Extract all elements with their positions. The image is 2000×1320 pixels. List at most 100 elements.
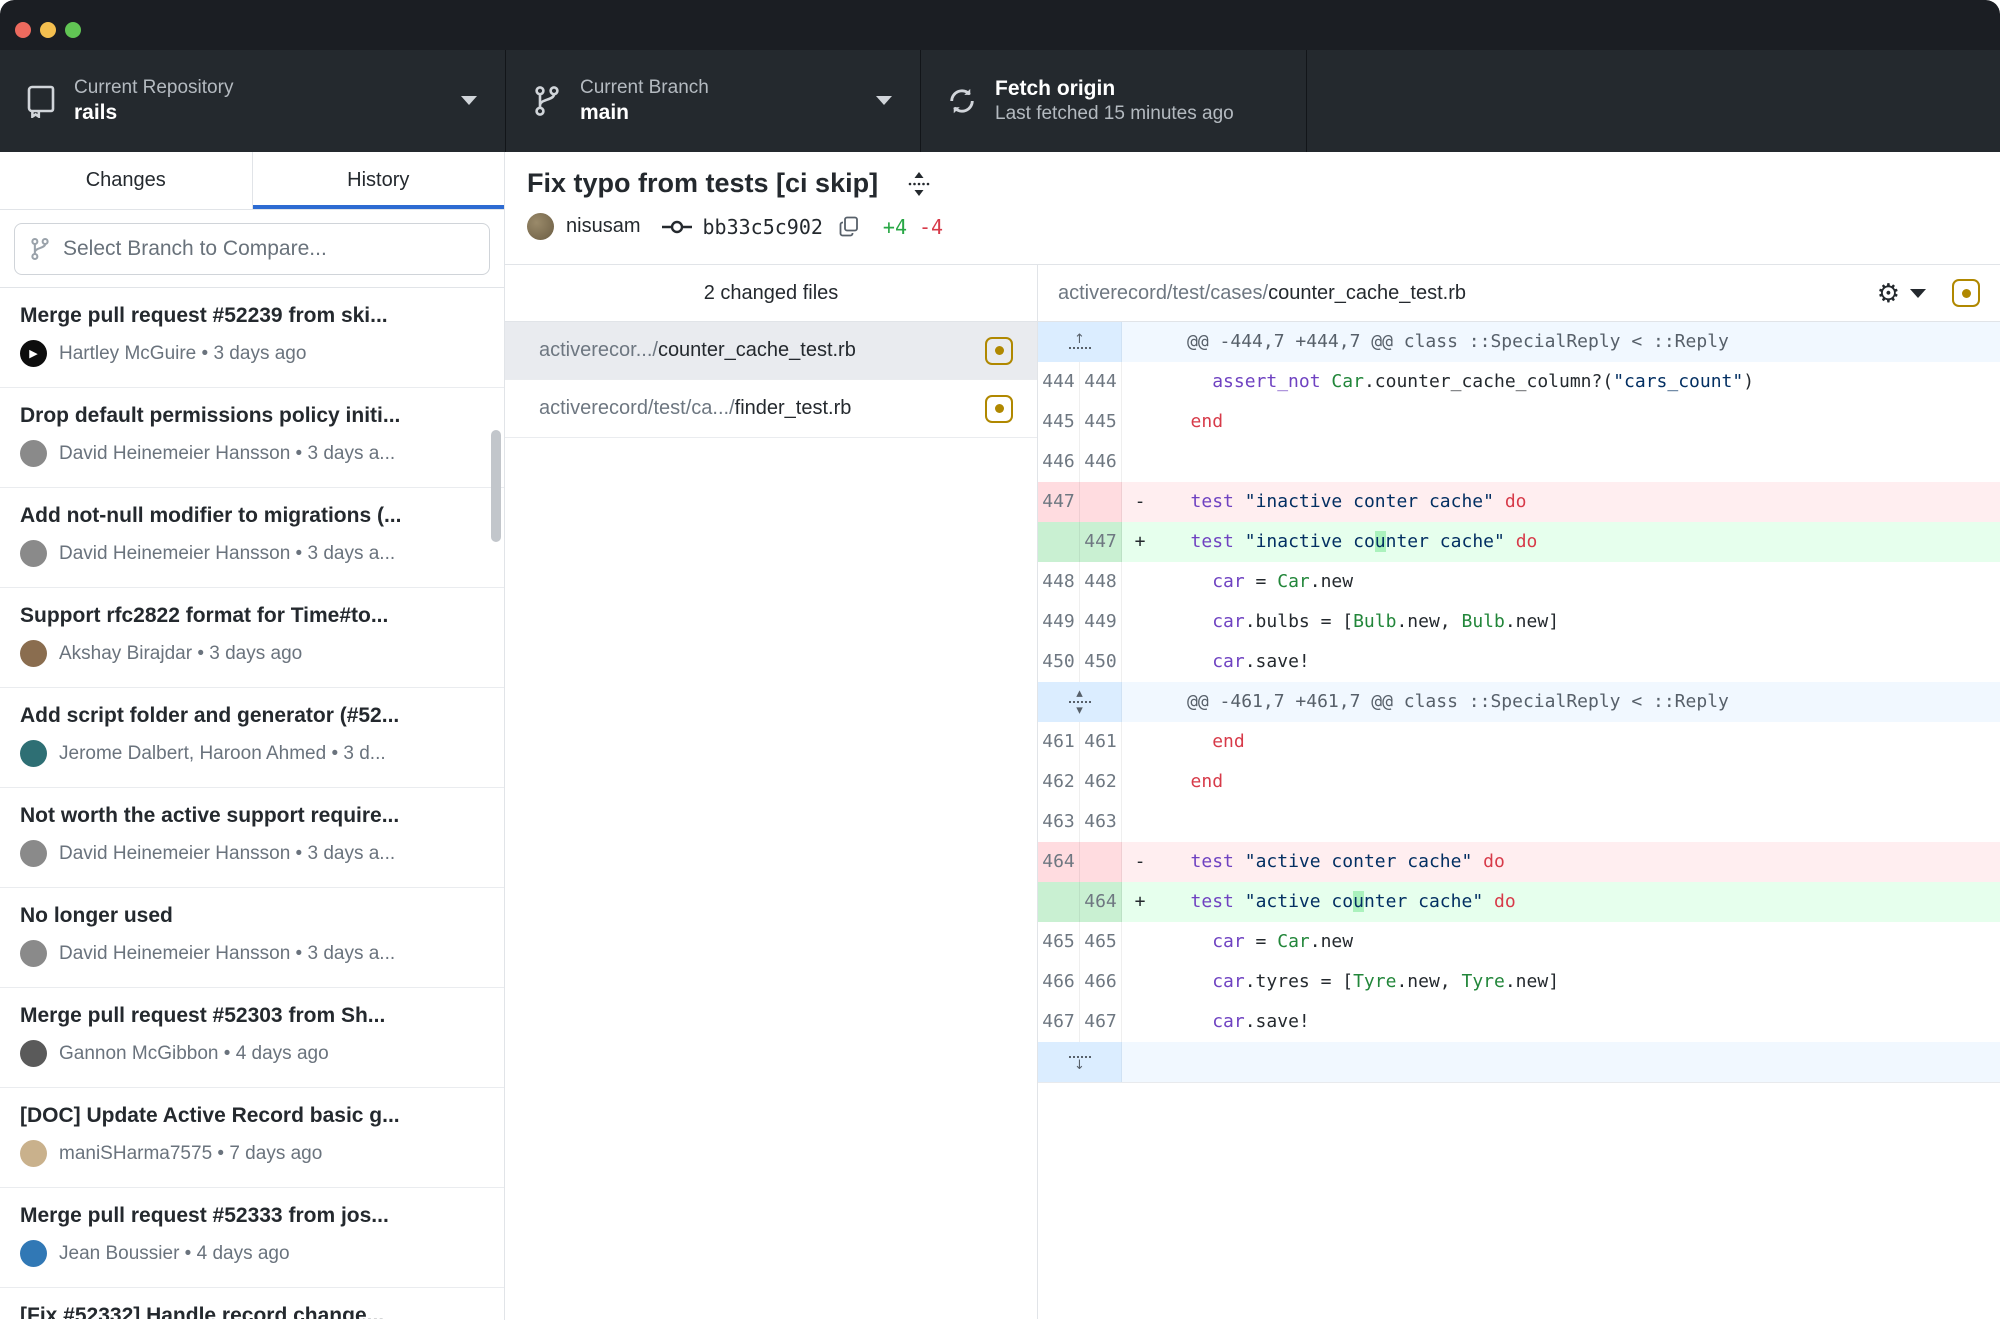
repo-book-icon [26, 84, 60, 118]
code-token: Tyre [1461, 971, 1504, 992]
select-branch-to-compare-input[interactable]: Select Branch to Compare... [14, 223, 490, 275]
commit-sha: bb33c5c902 [702, 215, 822, 239]
commit-row[interactable]: Add not-null modifier to migrations (...… [0, 488, 504, 588]
avatar: ▶ [20, 340, 47, 367]
diff-code-line: assert_not Car.counter_cache_column?("ca… [1158, 362, 2000, 402]
code-token: "active conter cache" [1245, 851, 1473, 872]
code-token [1169, 571, 1212, 592]
code-token: test [1191, 531, 1234, 552]
commit-meta: David Heinemeier Hansson • 3 days a... [20, 940, 484, 967]
diff-line-marker [1122, 922, 1158, 962]
maximize-window-button[interactable] [65, 22, 81, 38]
copy-sha-icon[interactable] [839, 216, 859, 238]
minimize-window-button[interactable] [40, 22, 56, 38]
commit-row[interactable]: Drop default permissions policy initi...… [0, 388, 504, 488]
deletions-count: -4 [919, 215, 943, 239]
sidebar-tabs: Changes History [0, 152, 504, 210]
code-token: car [1212, 611, 1245, 632]
code-token: Car [1277, 931, 1310, 952]
diff-line-marker [1122, 602, 1158, 642]
code-token [1169, 611, 1212, 632]
tab-changes[interactable]: Changes [0, 152, 253, 209]
code-token: nter cache" [1364, 891, 1483, 912]
file-name: activerecord/test/ca.../finder_test.rb [539, 397, 985, 420]
tab-history[interactable]: History [253, 152, 505, 209]
old-line-number: 449 [1038, 602, 1080, 642]
code-token: do [1516, 531, 1538, 552]
git-commit-icon [662, 218, 692, 236]
diff-code-line: car.save! [1158, 1002, 2000, 1042]
code-token [1169, 371, 1212, 392]
commit-summary-header: Fix typo from tests [ci skip] nisusam bb… [505, 152, 2000, 265]
expand-hunk-updown-button[interactable]: ▴▾ [1038, 682, 1122, 722]
diff-options-button[interactable]: ⚙ [1877, 280, 1926, 306]
diff-line-marker: - [1122, 482, 1158, 522]
old-line-number: 462 [1038, 762, 1080, 802]
code-token: nter cache" [1386, 531, 1505, 552]
commit-row[interactable]: [DOC] Update Active Record basic g...man… [0, 1088, 504, 1188]
file-row[interactable]: activerecor.../counter_cache_test.rb [505, 322, 1037, 380]
diff-panel: activerecord/test/cases/counter_cache_te… [1038, 265, 2000, 1319]
commit-row[interactable]: Not worth the active support require...D… [0, 788, 504, 888]
commit-history-list: Merge pull request #52239 from ski...▶Ha… [0, 288, 504, 1319]
commit-row[interactable]: Merge pull request #52333 from jos...Jea… [0, 1188, 504, 1288]
new-line-number: 448 [1080, 562, 1122, 602]
diff-line-marker [1122, 762, 1158, 802]
diff-line-add: 464+ test "active counter cache" do [1038, 882, 2000, 922]
code-token: ) [1743, 371, 1754, 392]
expand-hunk-up-button[interactable]: ↑ [1038, 322, 1122, 362]
new-line-number: 445 [1080, 402, 1122, 442]
modified-file-icon [985, 337, 1013, 365]
avatar [20, 840, 47, 867]
diff-code-line: test "inactive conter cache" do [1158, 482, 2000, 522]
commit-row[interactable]: Merge pull request #52239 from ski...▶Ha… [0, 288, 504, 388]
commit-title: No longer used [20, 904, 484, 928]
commit-meta: Jerome Dalbert, Haroon Ahmed • 3 d... [20, 740, 484, 767]
arrow-up-icon: ↑ [1074, 334, 1085, 345]
code-token [1483, 891, 1494, 912]
diff-line-marker [1122, 402, 1158, 442]
commit-title: [Fix #52332] Handle record change... [20, 1304, 484, 1319]
current-repository-dropdown[interactable]: Current Repository rails [0, 50, 505, 152]
old-line-number: 467 [1038, 1002, 1080, 1042]
diff-line-ctx: 450450 car.save! [1038, 642, 2000, 682]
old-line-number: 461 [1038, 722, 1080, 762]
commit-meta: ▶Hartley McGuire • 3 days ago [20, 340, 484, 367]
diff-code-line: car.bulbs = [Bulb.new, Bulb.new] [1158, 602, 2000, 642]
code-token [1169, 491, 1191, 512]
diff-line-marker [1122, 1002, 1158, 1042]
git-branch-icon [29, 236, 51, 262]
fetch-origin-button[interactable]: Fetch origin Last fetched 15 minutes ago [920, 50, 1307, 152]
expand-hunk-down-button[interactable]: ↓ [1038, 1042, 1122, 1082]
new-line-number: 467 [1080, 1002, 1122, 1042]
new-line-number [1080, 482, 1122, 522]
diff-code-line [1158, 802, 2000, 842]
code-token: "cars_count" [1613, 371, 1743, 392]
old-line-number: 465 [1038, 922, 1080, 962]
toolbar: Current Repository rails Current Branch … [0, 50, 2000, 152]
compare-branch-area: Select Branch to Compare... [0, 210, 504, 288]
arrow-down-icon: ↓ [1074, 1060, 1085, 1071]
file-row[interactable]: activerecord/test/ca.../finder_test.rb [505, 380, 1037, 438]
code-token: "inactive conter cache" [1245, 491, 1494, 512]
diff-code-line: test "active counter cache" do [1158, 882, 2000, 922]
expand-commit-details-icon[interactable] [908, 171, 930, 197]
diff-line-marker: + [1122, 882, 1158, 922]
commit-title: Add not-null modifier to migrations (... [20, 504, 484, 528]
commit-row[interactable]: Merge pull request #52303 from Sh...Gann… [0, 988, 504, 1088]
diff-path-filename: counter_cache_test.rb [1268, 282, 1466, 304]
github-desktop-window: Current Repository rails Current Branch … [0, 0, 2000, 1320]
close-window-button[interactable] [15, 22, 31, 38]
diff-line-add: 447+ test "inactive counter cache" do [1038, 522, 2000, 562]
diff-line-marker: + [1122, 522, 1158, 562]
commit-row[interactable]: [Fix #52332] Handle record change... [0, 1288, 504, 1319]
commit-row[interactable]: Support rfc2822 format for Time#to...Aks… [0, 588, 504, 688]
current-branch-dropdown[interactable]: Current Branch main [505, 50, 920, 152]
modified-file-icon [1952, 279, 1980, 307]
commit-row[interactable]: Add script folder and generator (#52...J… [0, 688, 504, 788]
commit-meta: Jean Boussier • 4 days ago [20, 1240, 484, 1267]
commit-row[interactable]: No longer used David Heinemeier Hansson •… [0, 888, 504, 988]
avatar [20, 540, 47, 567]
commit-meta-text: Akshay Birajdar • 3 days ago [59, 643, 302, 665]
scrollbar-thumb[interactable] [491, 430, 501, 542]
